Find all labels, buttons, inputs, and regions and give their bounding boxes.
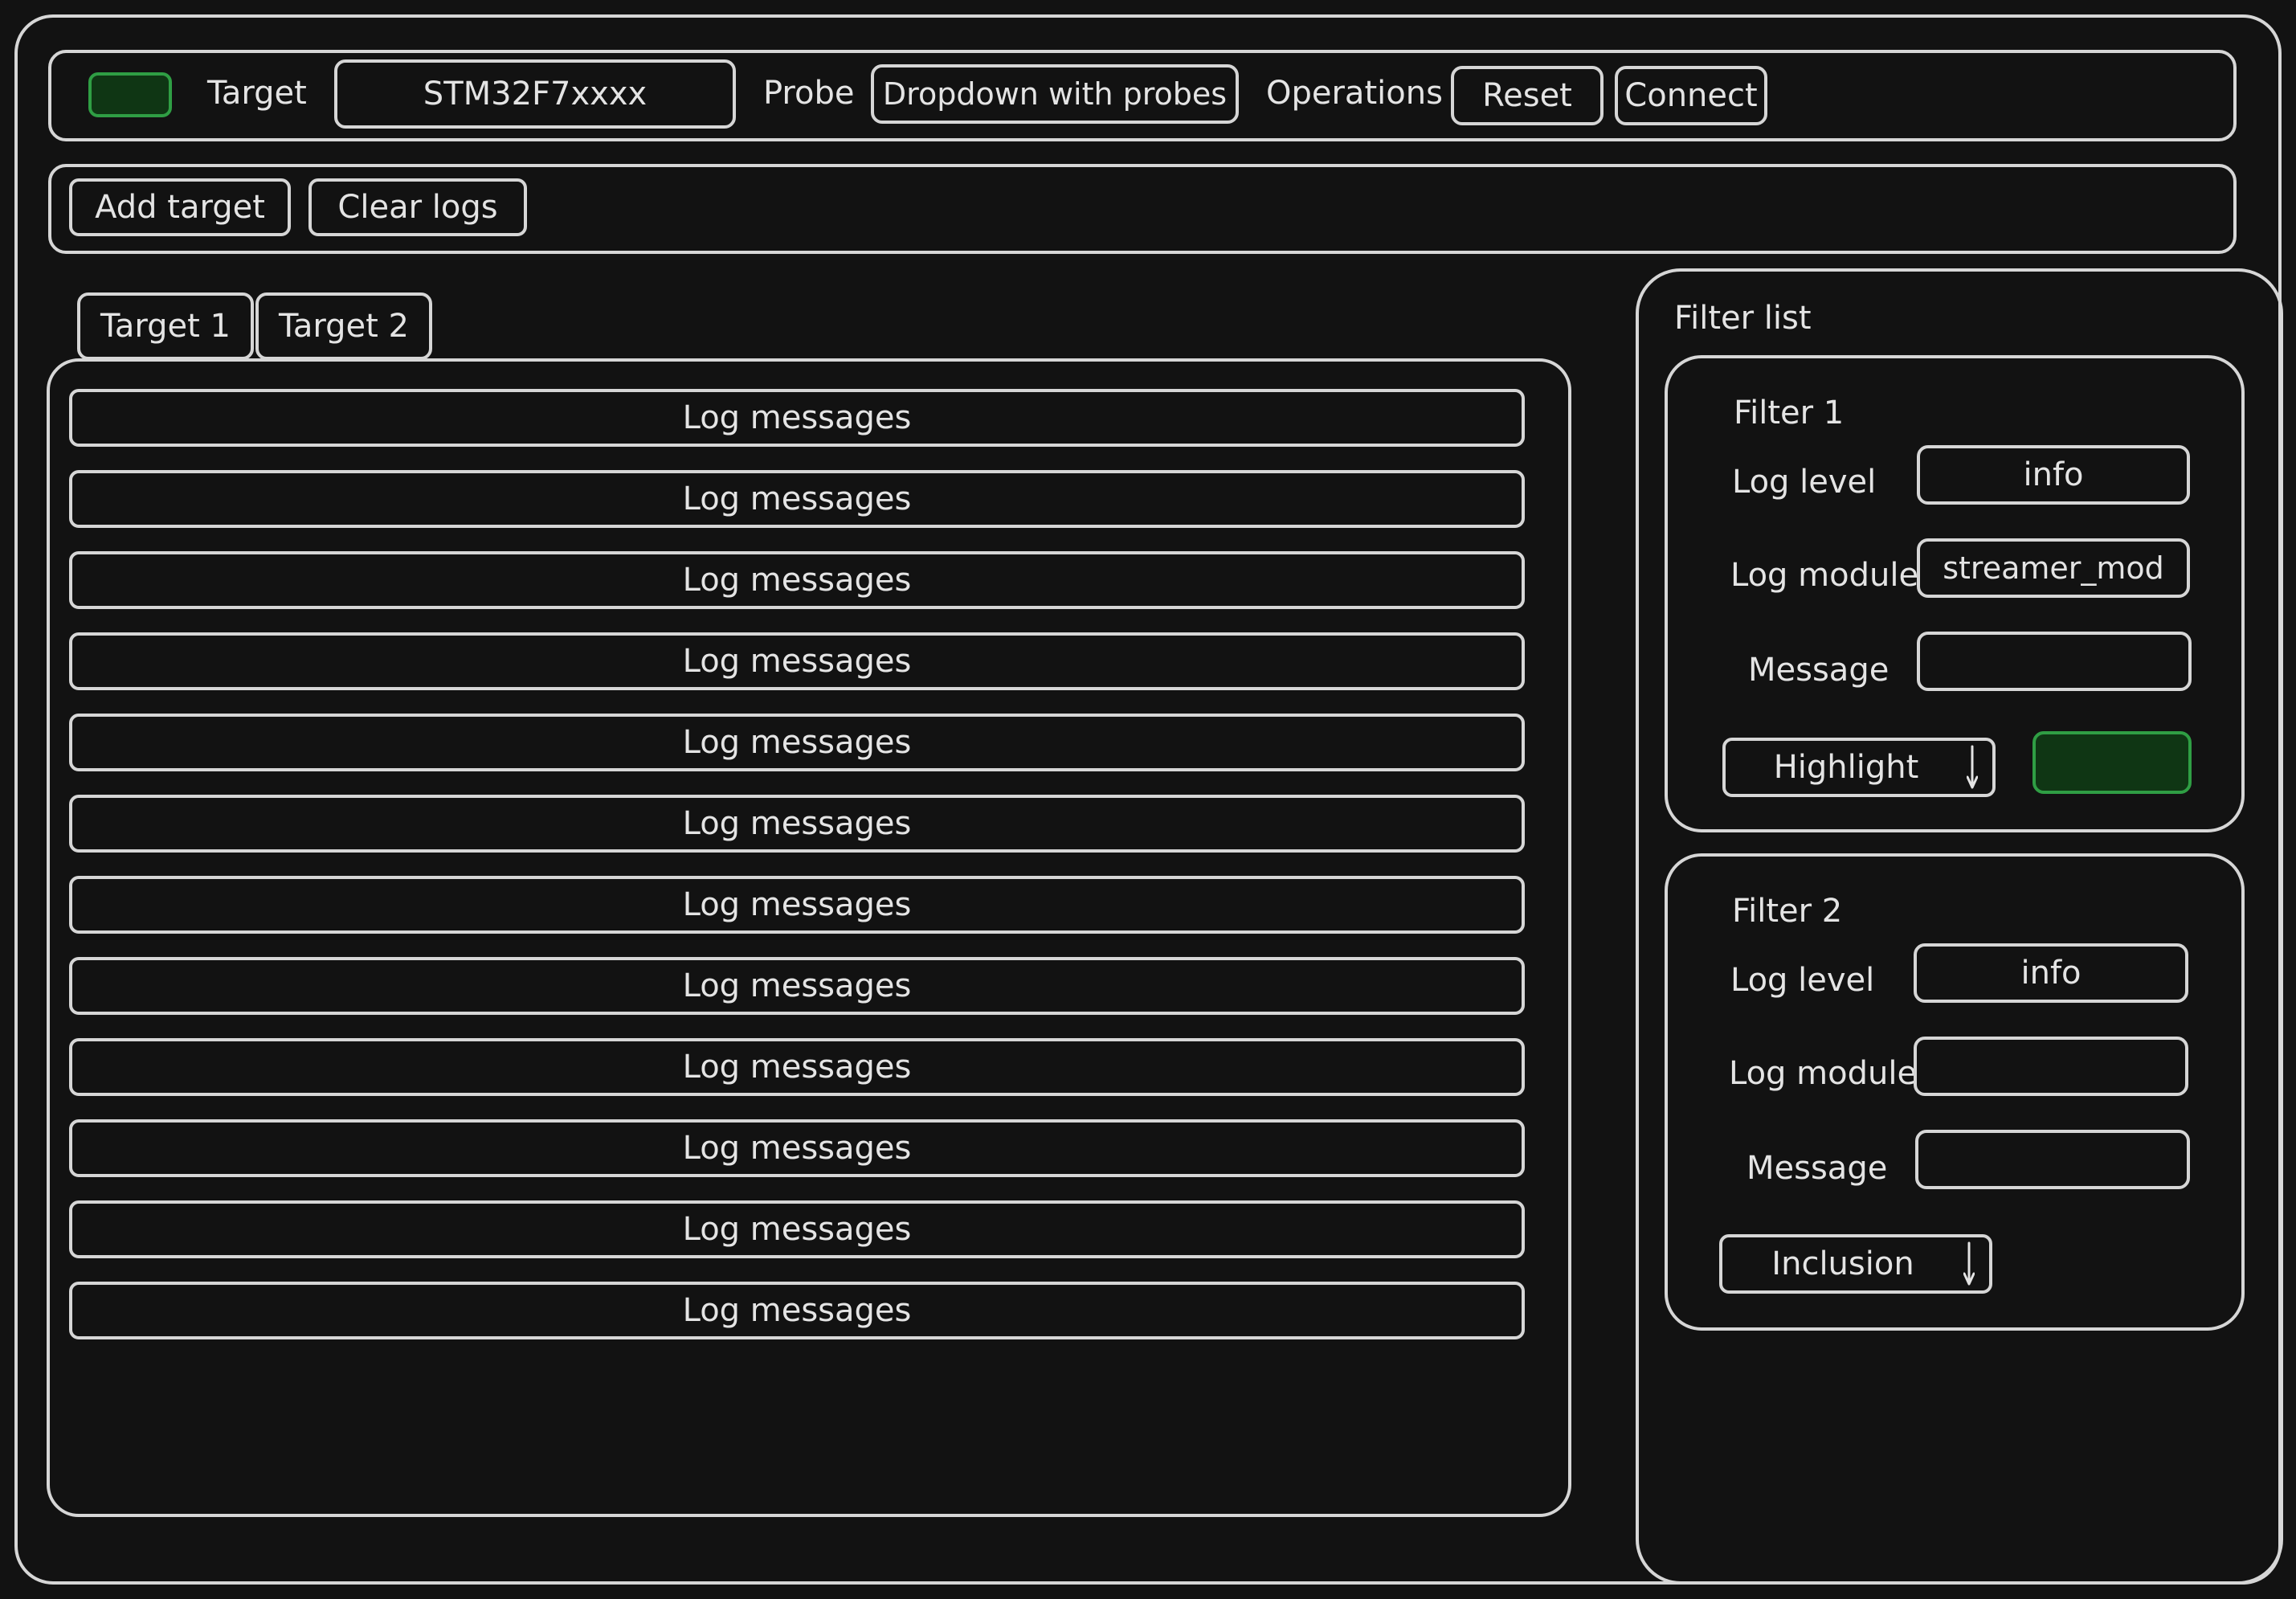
arrow-down-icon [1967, 745, 1978, 789]
log-message-row[interactable]: Log messages [69, 389, 1525, 447]
filter-1-message-field[interactable] [1917, 632, 2192, 691]
log-message-row[interactable]: Log messages [69, 470, 1525, 528]
filter-list-title: Filter list [1674, 300, 1812, 337]
filter-2-message-label: Message [1747, 1150, 1888, 1187]
filter-1-log-level-field[interactable]: info [1917, 445, 2190, 505]
add-target-button[interactable]: Add target [69, 178, 291, 236]
target-label: Target [207, 75, 307, 112]
filter-1-mode-label: Highlight [1773, 749, 1919, 786]
log-message-row[interactable]: Log messages [69, 795, 1525, 853]
filter-2-log-level-label: Log level [1730, 962, 1875, 999]
arrow-down-icon [1963, 1241, 1975, 1286]
tab-target-2[interactable]: Target 2 [255, 292, 432, 360]
filter-1-mode-dropdown[interactable]: Highlight [1722, 738, 1996, 797]
log-message-row[interactable]: Log messages [69, 1119, 1525, 1177]
filter-2-log-module-field[interactable] [1914, 1037, 2188, 1096]
clear-logs-button[interactable]: Clear logs [308, 178, 527, 236]
filter-2-mode-label: Inclusion [1771, 1245, 1914, 1282]
target-field[interactable]: STM32F7xxxx [334, 59, 736, 129]
log-panel [47, 358, 1571, 1517]
filter-2-log-module-label: Log module [1729, 1055, 1918, 1092]
filter-1-log-module-field[interactable]: streamer_mod [1917, 538, 2190, 598]
filter-2-mode-dropdown[interactable]: Inclusion [1719, 1234, 1992, 1294]
log-message-row[interactable]: Log messages [69, 1038, 1525, 1096]
filter-2-message-field[interactable] [1915, 1130, 2190, 1189]
probe-dropdown[interactable]: Dropdown with probes [871, 64, 1239, 124]
filter-2-log-level-field[interactable]: info [1914, 943, 2188, 1003]
log-message-row[interactable]: Log messages [69, 632, 1525, 690]
filter-2-title: Filter 2 [1732, 893, 1843, 930]
connect-button[interactable]: Connect [1615, 66, 1767, 125]
probe-label: Probe [763, 75, 855, 112]
connection-status-indicator [88, 72, 172, 117]
operations-label: Operations [1266, 75, 1443, 112]
filter-1-message-label: Message [1748, 652, 1890, 689]
filter-1-log-module-label: Log module [1730, 557, 1919, 594]
log-message-row[interactable]: Log messages [69, 551, 1525, 609]
log-message-row[interactable]: Log messages [69, 714, 1525, 771]
filter-1-log-level-label: Log level [1732, 464, 1877, 501]
reset-button[interactable]: Reset [1451, 66, 1604, 125]
log-message-row[interactable]: Log messages [69, 957, 1525, 1015]
filter-1-title: Filter 1 [1734, 395, 1845, 431]
log-message-row[interactable]: Log messages [69, 1282, 1525, 1339]
filter-1-highlight-color-swatch[interactable] [2032, 731, 2192, 794]
log-message-row[interactable]: Log messages [69, 1200, 1525, 1258]
tab-target-1[interactable]: Target 1 [77, 292, 254, 360]
log-message-row[interactable]: Log messages [69, 876, 1525, 934]
